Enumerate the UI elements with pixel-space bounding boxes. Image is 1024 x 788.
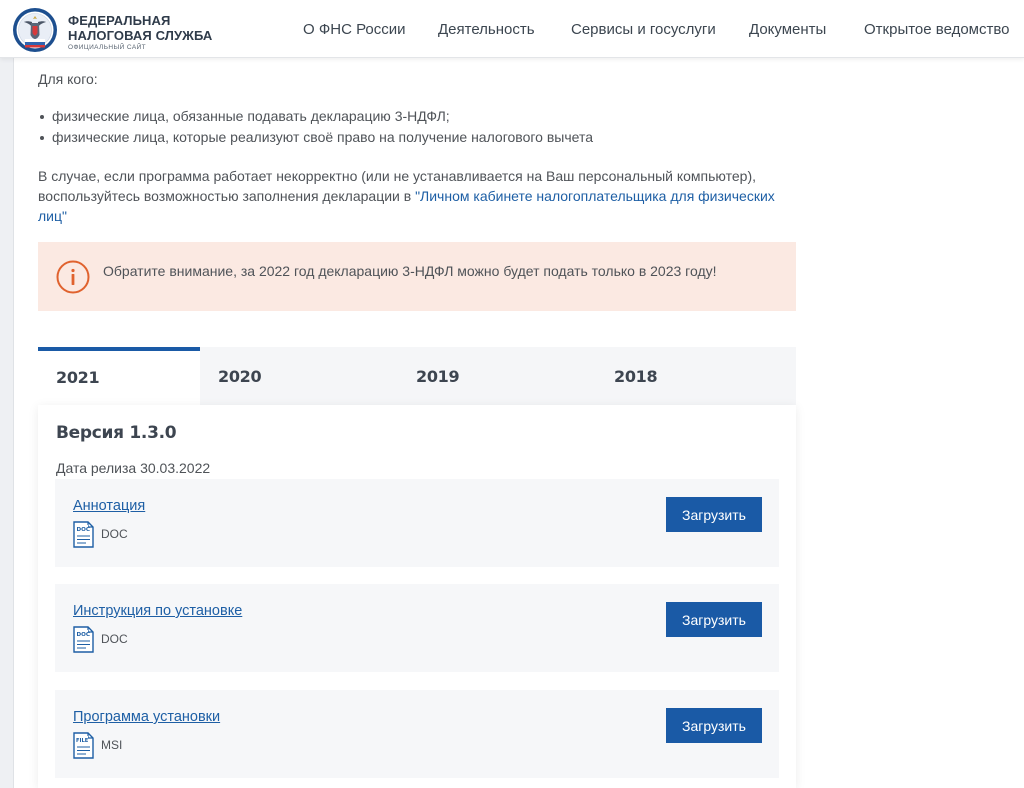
download-button[interactable]: Загрузить	[666, 497, 762, 532]
year-tabs: 2021 2020 2019 2018	[38, 347, 796, 405]
brand-subtitle: ОФИЦИАЛЬНЫЙ САЙТ	[68, 44, 147, 51]
download-button[interactable]: Загрузить	[666, 602, 762, 637]
list-item: физические лица, которые реализуют своё …	[38, 127, 593, 148]
nav-item-about[interactable]: О ФНС России	[303, 21, 406, 38]
left-edge-rule	[0, 58, 14, 788]
file-icon-label: DOC	[77, 632, 91, 638]
fallback-note: В случае, если программа работает некорр…	[38, 166, 798, 226]
alert-text: Обратите внимание, за 2022 год деклараци…	[103, 263, 717, 279]
tab-2019[interactable]: 2019	[398, 347, 596, 405]
version-title: Версия 1.3.0	[56, 423, 177, 443]
info-icon	[56, 260, 90, 294]
file-icon-label: DOC	[77, 527, 91, 533]
tab-2020[interactable]: 2020	[200, 347, 398, 405]
file-card-annotation: Аннотация DOC DOC Загрузить	[55, 479, 779, 567]
download-button[interactable]: Загрузить	[666, 708, 762, 743]
release-date: Дата релиза 30.03.2022	[56, 460, 211, 476]
file-icon-label: FILE	[76, 738, 89, 744]
file-card-install-guide: Инструкция по установке DOC DOC Загрузит…	[55, 584, 779, 672]
site-header: ФЕДЕРАЛЬНАЯ НАЛОГОВАЯ СЛУЖБА ОФИЦИАЛЬНЫЙ…	[0, 0, 1024, 58]
file-title[interactable]: Аннотация	[73, 498, 145, 514]
file-format: DOC	[101, 527, 128, 541]
list-item: физические лица, обязанные подавать декл…	[38, 106, 593, 127]
file-icon: FILE	[73, 732, 94, 759]
file-title[interactable]: Программа установки	[73, 709, 220, 725]
audience-heading: Для кого:	[38, 71, 98, 87]
notice-alert: Обратите внимание, за 2022 год деклараци…	[38, 242, 796, 311]
file-format: MSI	[101, 738, 123, 752]
nav-item-activity[interactable]: Деятельность	[438, 21, 535, 38]
main-nav: О ФНС России Деятельность Сервисы и госу…	[0, 21, 1024, 41]
doc-file-icon: DOC	[73, 521, 94, 548]
file-card-installer: Программа установки FILE MSI Загрузить	[55, 690, 779, 778]
nav-item-documents[interactable]: Документы	[749, 21, 826, 38]
file-title[interactable]: Инструкция по установке	[73, 603, 242, 619]
tab-panel-2021: Версия 1.3.0 Дата релиза 30.03.2022 Анно…	[38, 405, 796, 788]
audience-list: физические лица, обязанные подавать декл…	[38, 106, 593, 148]
nav-item-open-agency[interactable]: Открытое ведомство	[864, 21, 1010, 38]
tab-2021[interactable]: 2021	[38, 347, 200, 405]
file-format: DOC	[101, 632, 128, 646]
doc-file-icon: DOC	[73, 626, 94, 653]
tab-2018[interactable]: 2018	[596, 347, 796, 405]
nav-item-services[interactable]: Сервисы и госуслуги	[571, 21, 716, 38]
